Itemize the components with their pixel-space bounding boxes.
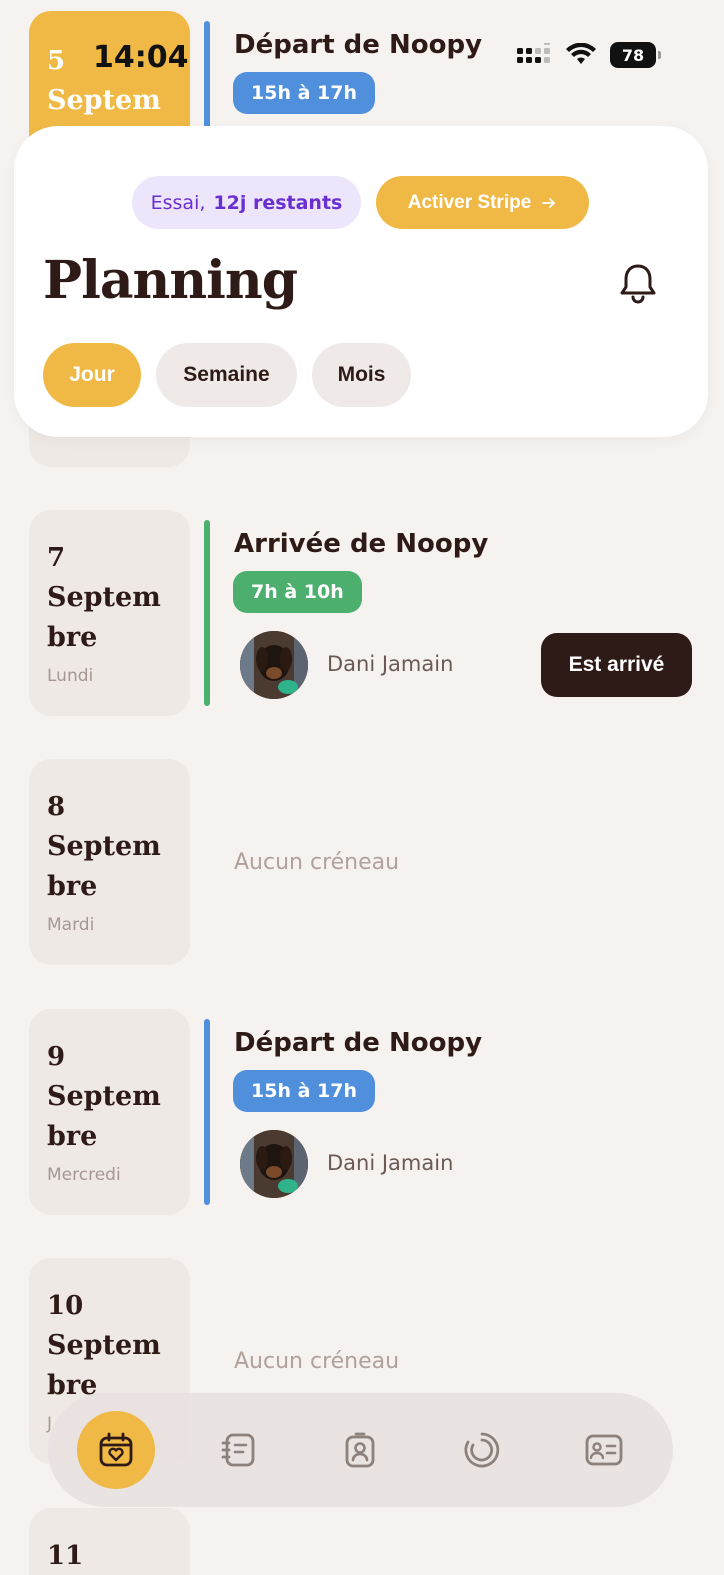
date-card[interactable]: 11 <box>29 1508 190 1575</box>
date-month: Septem <box>47 1330 161 1361</box>
tab-week[interactable]: Semaine <box>156 343 297 407</box>
date-card[interactable]: 7 Septem bre Lundi <box>29 510 190 716</box>
arrived-button[interactable]: Est arrivé <box>541 633 692 697</box>
calendar-heart-icon <box>99 1432 133 1467</box>
date-month: Septem <box>47 1081 161 1112</box>
no-slot-text: Aucun créneau <box>234 1349 400 1374</box>
avatar[interactable] <box>240 1130 308 1198</box>
person-name: Dani Jamain <box>327 652 454 676</box>
no-slot-text: Aucun créneau <box>234 850 400 875</box>
trial-days: 12j restants <box>213 191 343 214</box>
person-name: Dani Jamain <box>327 1151 454 1175</box>
nav-stats[interactable] <box>443 1411 521 1489</box>
date-month: bre <box>47 622 98 653</box>
date-card[interactable]: 9 Septem bre Mercredi <box>29 1009 190 1215</box>
id-card-icon <box>585 1434 623 1466</box>
time-badge: 15h à 17h <box>233 72 375 114</box>
date-number: 7 <box>47 543 66 573</box>
date-month: bre <box>47 871 98 902</box>
date-number: 8 <box>47 792 66 822</box>
badge-person-icon <box>345 1432 375 1468</box>
tab-month[interactable]: Mois <box>312 343 411 407</box>
nav-planning[interactable] <box>77 1411 155 1489</box>
event-title[interactable]: Arrivée de Noopy <box>234 529 488 559</box>
date-weekday: Mercredi <box>47 1165 121 1185</box>
trial-label: Essai, <box>150 191 206 214</box>
date-month: Septem <box>47 582 161 613</box>
event-bar <box>204 520 210 706</box>
date-card[interactable]: 8 Septem bre Mardi <box>29 759 190 965</box>
wifi-icon <box>566 43 596 64</box>
date-weekday: Lundi <box>47 666 94 686</box>
notebook-icon <box>221 1433 255 1467</box>
battery-indicator: 78 <box>610 42 661 68</box>
date-number: 10 <box>47 1291 84 1321</box>
trial-badge[interactable]: Essai, 12j restants <box>132 176 361 229</box>
nav-clients[interactable] <box>321 1411 399 1489</box>
dog-photo <box>240 1130 308 1198</box>
date-number: 9 <box>47 1042 66 1072</box>
cellular-signal-icon <box>517 43 550 63</box>
tab-day[interactable]: Jour <box>43 343 141 407</box>
arrow-right-icon <box>542 197 556 208</box>
dog-photo <box>240 631 308 699</box>
event-bar <box>204 21 210 131</box>
event-title[interactable]: Départ de Noopy <box>234 1028 482 1058</box>
status-icons: 78 <box>516 42 661 68</box>
date-month: Septem <box>47 85 161 116</box>
date-weekday: Mardi <box>47 915 95 935</box>
date-number: 11 <box>47 1541 84 1571</box>
time-badge: 7h à 10h <box>233 571 362 613</box>
bell-icon[interactable] <box>618 262 658 304</box>
date-month: Septem <box>47 831 161 862</box>
activate-stripe-button[interactable]: Activer Stripe <box>376 176 589 229</box>
time-badge: 15h à 17h <box>233 1070 375 1112</box>
nav-notebook[interactable] <box>199 1411 277 1489</box>
event-bar <box>204 1019 210 1205</box>
nav-profile[interactable] <box>565 1411 643 1489</box>
stripe-button-label: Activer Stripe <box>407 191 532 213</box>
status-time: 14:04 <box>93 40 189 75</box>
page-title: Planning <box>43 250 298 311</box>
event-title[interactable]: Départ de Noopy <box>234 30 482 60</box>
avatar[interactable] <box>240 631 308 699</box>
date-month: bre <box>47 1121 98 1152</box>
progress-ring-icon <box>464 1432 500 1468</box>
bottom-nav <box>48 1393 673 1507</box>
header-card: Essai, 12j restants Activer Stripe Plann… <box>14 126 708 437</box>
